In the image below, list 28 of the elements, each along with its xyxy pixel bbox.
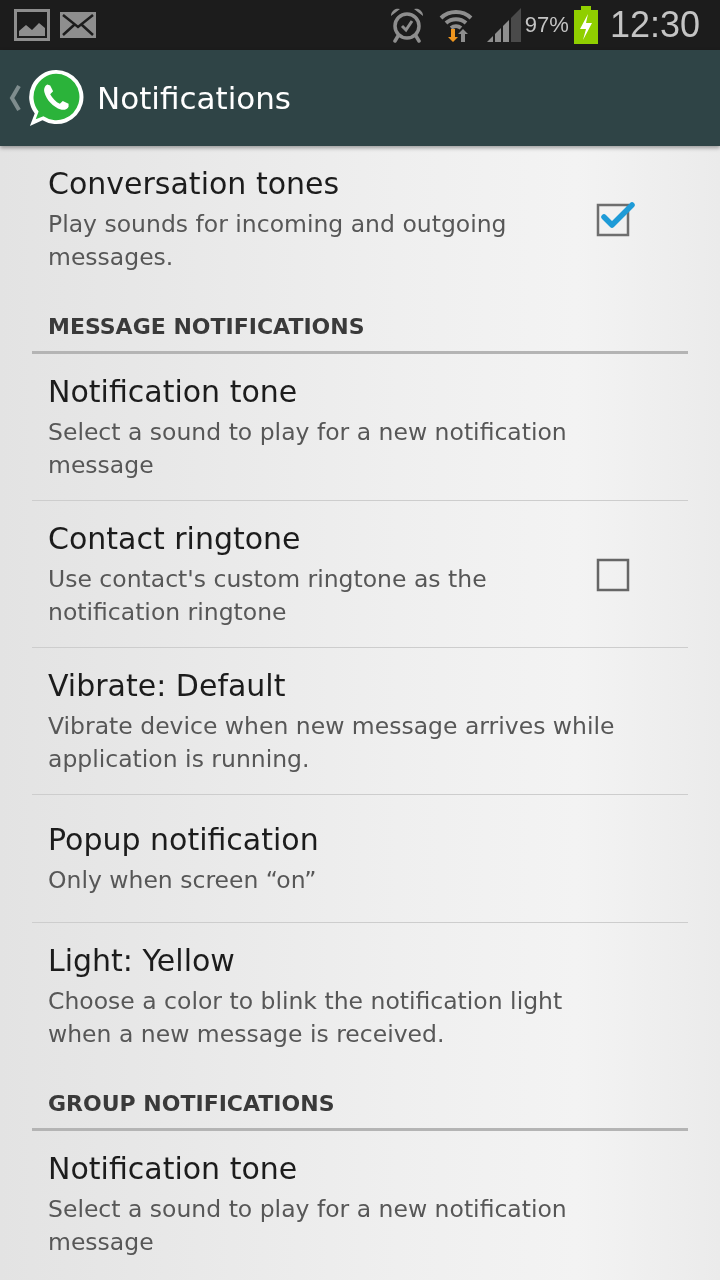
preference-title: Vibrate: Default (48, 667, 287, 705)
battery-percent: 97% (524, 12, 569, 38)
checkbox[interactable] (596, 201, 636, 237)
preference-summary: Select a sound to play for a new notification message (48, 1194, 568, 1258)
section-header: GROUP NOTIFICATIONS (32, 1069, 688, 1131)
preference-title: Notification tone (48, 373, 299, 411)
preference-title: Popup notification (48, 821, 320, 859)
clock: 12:30 (609, 4, 700, 46)
battery-charging-icon (573, 6, 598, 44)
mail-icon (60, 12, 96, 38)
preference-summary: Choose a color to blink the notification light when a new message is received. (48, 986, 564, 1050)
wifi-icon (438, 7, 473, 43)
preference-summary: Use contact's custom ringtone as the notification ringtone (48, 564, 488, 628)
signal-icon (486, 8, 521, 42)
preference-title: Conversation tones (48, 165, 341, 203)
preference-summary: Select a sound to play for a new notification message (48, 417, 568, 481)
image-icon (14, 9, 50, 41)
preference-title: Contact ringtone (48, 520, 302, 558)
screen-title: Notifications (97, 80, 292, 116)
section-header: MESSAGE NOTIFICATIONS (32, 292, 688, 354)
preference-title: Light: Yellow (48, 942, 236, 980)
phone-bubble-logo-icon[interactable] (27, 68, 85, 128)
preference-summary: Only when screen “on” (48, 865, 318, 896)
back-caret-icon[interactable] (9, 85, 21, 111)
preference-summary: Play sounds for incoming and outgoing messages. (48, 209, 508, 273)
preference-summary: Vibrate device when new message arrives while application is running. (48, 711, 616, 775)
preference-title: Notification tone (48, 1150, 299, 1188)
alarm-clock-icon (388, 7, 425, 43)
